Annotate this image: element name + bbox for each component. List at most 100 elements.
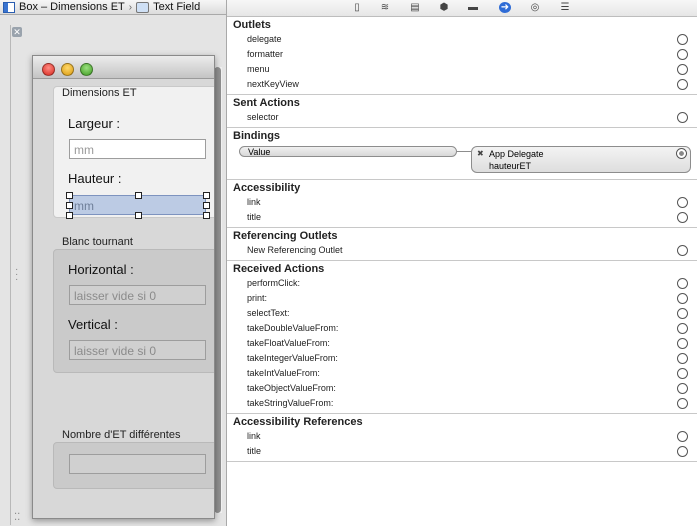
connection-circle-icon[interactable] xyxy=(677,368,688,379)
connection-circle-icon[interactable] xyxy=(677,278,688,289)
referencing-outlet-name: New Referencing Outlet xyxy=(247,245,343,255)
accessibility-name: title xyxy=(247,212,262,222)
size-inspector-icon[interactable]: ▬ xyxy=(467,2,479,13)
resize-handle[interactable] xyxy=(135,192,142,199)
bindings-inspector-icon[interactable]: ◎ xyxy=(529,2,541,13)
file-inspector-icon[interactable]: ▯ xyxy=(351,2,363,13)
accessibility-reference-name: title xyxy=(247,446,262,456)
box-icon xyxy=(3,1,15,13)
accessibility-row[interactable]: title xyxy=(227,210,697,225)
section-title: Outlets xyxy=(233,19,271,31)
inspector-toolbar: ▯ ≋ ▤ ⬢ ▬ ➜ ◎ ☰ xyxy=(227,0,697,17)
connection-circle-icon[interactable] xyxy=(677,112,688,123)
section-title: Bindings xyxy=(233,130,281,142)
remove-binding-icon[interactable]: ✖ xyxy=(477,149,484,158)
referencing-outlet-row[interactable]: New Referencing Outlet xyxy=(227,243,697,258)
resize-handle[interactable] xyxy=(66,202,73,209)
label-hauteur: Hauteur : xyxy=(68,171,122,186)
received-action-row[interactable]: takeDoubleValueFrom: xyxy=(227,321,697,336)
zoom-button[interactable] xyxy=(80,63,93,76)
received-action-name: selectText: xyxy=(247,308,290,318)
connection-circle-icon[interactable] xyxy=(677,353,688,364)
identity-inspector-icon[interactable]: ▤ xyxy=(409,2,421,13)
resize-grip-icon[interactable]: · · · xyxy=(15,265,18,285)
vertical-field[interactable]: laisser vide si 0 xyxy=(69,340,206,360)
connection-circle-icon[interactable] xyxy=(677,338,688,349)
received-action-name: takeStringValueFrom: xyxy=(247,398,334,408)
minimize-button[interactable] xyxy=(61,63,74,76)
close-icon[interactable]: ✕ xyxy=(12,27,22,37)
received-action-row[interactable]: takeStringValueFrom: xyxy=(227,396,697,411)
connections-list: Outlets delegate formatter menu nextKeyV… xyxy=(227,17,697,462)
connection-circle-icon[interactable] xyxy=(677,79,688,90)
connection-circle-icon[interactable] xyxy=(677,308,688,319)
received-action-row[interactable]: performClick: xyxy=(227,276,697,291)
largeur-field[interactable]: mm xyxy=(69,139,206,159)
effects-inspector-icon[interactable]: ☰ xyxy=(559,2,571,13)
connection-circle-icon[interactable] xyxy=(677,398,688,409)
accessibility-row[interactable]: link xyxy=(227,195,697,210)
outlet-row[interactable]: menu xyxy=(227,62,697,77)
corner-grip-icon[interactable]: ⁚⁚ xyxy=(14,512,20,523)
designed-window[interactable]: Dimensions ET Largeur : mm Hauteur : mm … xyxy=(32,55,215,519)
action-row[interactable]: selector xyxy=(227,110,697,125)
box-title-blanc-tournant: Blanc tournant xyxy=(62,236,133,248)
binding-row: Value ✖ App Delegate hauteurET xyxy=(227,143,697,177)
received-action-name: takeObjectValueFrom: xyxy=(247,383,336,393)
received-action-row[interactable]: takeIntValueFrom: xyxy=(227,366,697,381)
connection-circle-icon[interactable] xyxy=(677,383,688,394)
jump-bar-item-box[interactable]: Box – Dimensions ET xyxy=(19,1,125,13)
resize-handle[interactable] xyxy=(135,212,142,219)
horizontal-field[interactable]: laisser vide si 0 xyxy=(69,285,206,305)
jump-bar-item-text-field[interactable]: Text Field xyxy=(153,1,200,13)
connections-inspector-icon[interactable]: ➜ xyxy=(499,2,511,13)
connection-circle-icon[interactable] xyxy=(677,323,688,334)
connection-circle-icon[interactable] xyxy=(677,34,688,45)
received-action-row[interactable]: takeIntegerValueFrom: xyxy=(227,351,697,366)
jump-bar: Box – Dimensions ET › Text Field xyxy=(0,0,226,15)
window-titlebar[interactable] xyxy=(33,56,214,79)
connection-circle-icon[interactable] xyxy=(677,212,688,223)
attributes-inspector-icon[interactable]: ⬢ xyxy=(438,2,450,13)
resize-handle[interactable] xyxy=(203,212,210,219)
resize-handle[interactable] xyxy=(66,212,73,219)
connection-circle-icon[interactable] xyxy=(677,431,688,442)
box-title-dimensions: Dimensions ET xyxy=(62,87,137,99)
connection-circle-icon[interactable] xyxy=(677,197,688,208)
connection-circle-icon[interactable] xyxy=(677,293,688,304)
referencing-outlets-section: Referencing Outlets New Referencing Outl… xyxy=(227,228,697,261)
connection-circle-icon[interactable] xyxy=(677,64,688,75)
quick-help-icon[interactable]: ≋ xyxy=(379,2,391,13)
box-title-nombre: Nombre d'ET différentes xyxy=(62,429,181,441)
nombre-field[interactable] xyxy=(69,454,206,474)
outlet-row[interactable]: nextKeyView xyxy=(227,77,697,92)
close-button[interactable] xyxy=(42,63,55,76)
section-title: Sent Actions xyxy=(233,97,300,109)
received-action-row[interactable]: print: xyxy=(227,291,697,306)
accessibility-reference-name: link xyxy=(247,431,261,441)
section-title: Accessibility References xyxy=(233,416,363,428)
binding-target-name: App Delegate xyxy=(489,149,544,159)
scrollbar-thumb[interactable] xyxy=(214,67,221,513)
outlet-row[interactable]: formatter xyxy=(227,47,697,62)
connected-circle-icon[interactable] xyxy=(676,148,687,159)
connection-circle-icon[interactable] xyxy=(677,245,688,256)
accessibility-references-section: Accessibility References link title xyxy=(227,414,697,462)
outlet-name: menu xyxy=(247,64,270,74)
resize-handle[interactable] xyxy=(66,192,73,199)
outlet-name: nextKeyView xyxy=(247,79,299,89)
outlet-row[interactable]: delegate xyxy=(227,32,697,47)
resize-handle[interactable] xyxy=(203,192,210,199)
label-horizontal: Horizontal : xyxy=(68,262,134,277)
received-action-row[interactable]: selectText: xyxy=(227,306,697,321)
connection-circle-icon[interactable] xyxy=(677,49,688,60)
received-action-row[interactable]: takeFloatValueFrom: xyxy=(227,336,697,351)
accessibility-reference-row[interactable]: link xyxy=(227,429,697,444)
accessibility-reference-row[interactable]: title xyxy=(227,444,697,459)
binding-target[interactable]: ✖ App Delegate hauteurET xyxy=(471,146,691,173)
received-action-row[interactable]: takeObjectValueFrom: xyxy=(227,381,697,396)
resize-handle[interactable] xyxy=(203,202,210,209)
sent-actions-section: Sent Actions selector xyxy=(227,95,697,128)
connection-circle-icon[interactable] xyxy=(677,446,688,457)
binding-value-pill[interactable]: Value xyxy=(239,146,457,157)
